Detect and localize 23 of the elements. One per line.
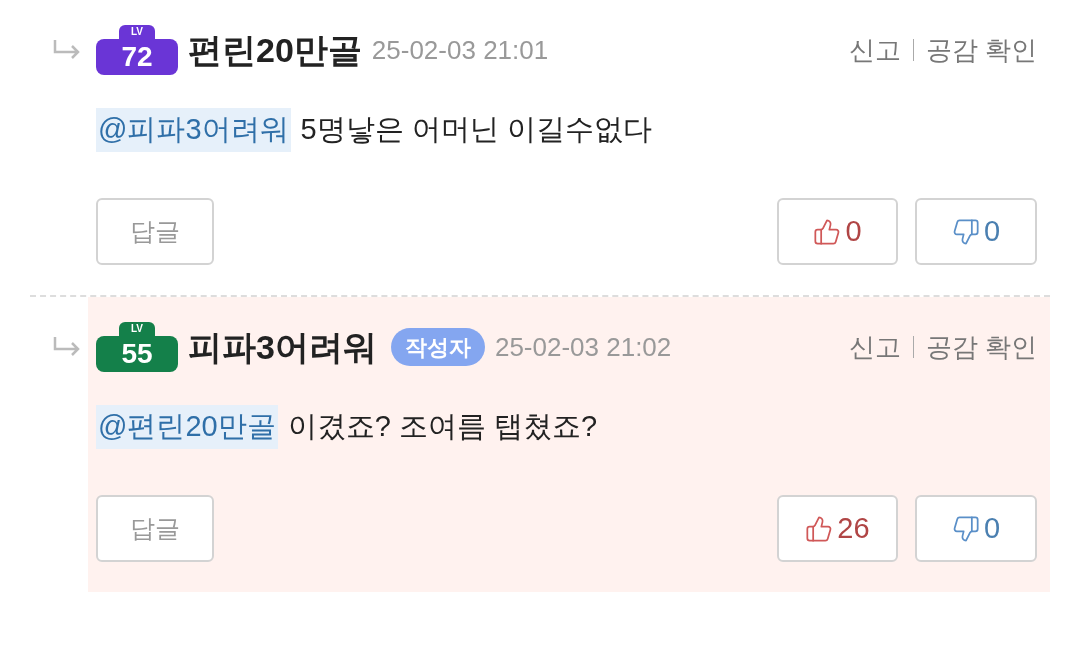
- empathy-link[interactable]: 공감 확인: [925, 327, 1037, 367]
- reply-button[interactable]: 답글: [96, 495, 214, 562]
- like-button[interactable]: 26: [777, 495, 898, 562]
- mention-link[interactable]: @편린20만골: [96, 405, 278, 449]
- thumbs-down-icon: [951, 514, 980, 543]
- author-name: 편린20만골: [188, 29, 362, 71]
- comment-time: 25-02-03 21:02: [494, 330, 672, 364]
- empathy-link[interactable]: 공감 확인: [925, 30, 1037, 70]
- report-link[interactable]: 신고: [848, 30, 901, 70]
- reply-button[interactable]: 답글: [96, 198, 214, 265]
- like-button[interactable]: 0: [777, 198, 898, 265]
- comment-time: 25-02-03 21:01: [371, 33, 549, 67]
- comment-text: 5명낳은 어머닌 이길수없다: [300, 112, 652, 148]
- comment-text: 이겼죠? 조여름 탭쳤죠?: [287, 409, 598, 445]
- thumbs-up-icon: [813, 217, 842, 246]
- thumbs-up-icon: [805, 514, 834, 543]
- report-link[interactable]: 신고: [848, 327, 901, 367]
- thumbs-down-icon: [951, 217, 980, 246]
- mention-link[interactable]: @피파3어려워: [96, 108, 291, 152]
- dislike-button[interactable]: 0: [915, 198, 1037, 265]
- author-name: 피파3어려워: [188, 326, 377, 368]
- dislike-button[interactable]: 0: [915, 495, 1037, 562]
- author-badge: 작성자: [390, 328, 485, 366]
